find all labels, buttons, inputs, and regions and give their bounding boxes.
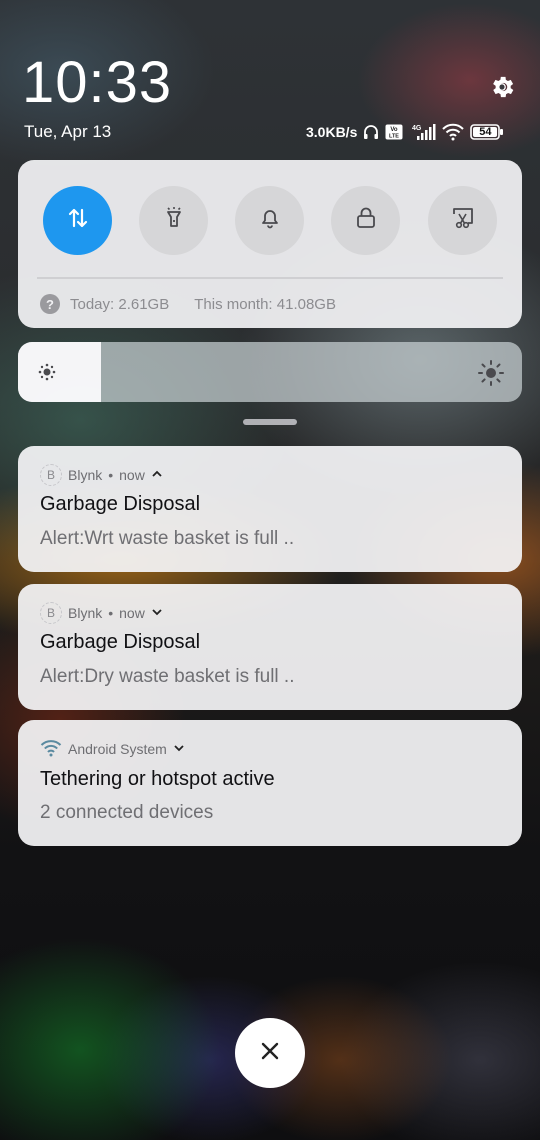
notification-body: Alert:Wrt waste basket is full .. xyxy=(40,528,295,549)
notification-body: 2 connected devices xyxy=(40,802,214,823)
svg-text:Vo: Vo xyxy=(391,127,399,133)
svg-text:4G: 4G xyxy=(412,125,422,132)
headphones-icon xyxy=(362,123,380,141)
notification-card[interactable]: B Blynk • now Garbage Disposal Alert:Dry… xyxy=(18,584,522,710)
separator-dot: • xyxy=(108,605,114,621)
close-icon xyxy=(260,1041,280,1066)
gear-icon[interactable] xyxy=(488,73,516,101)
notification-header: B Blynk • now xyxy=(40,602,163,624)
app-name: Android System xyxy=(68,741,167,757)
flashlight-icon xyxy=(161,205,187,236)
svg-text:LTE: LTE xyxy=(389,134,399,140)
data-arrows-icon xyxy=(65,205,91,236)
data-usage-row[interactable]: ? Today: 2.61GB This month: 41.08GB xyxy=(40,293,336,315)
4g-signal-icon: 4G xyxy=(408,123,436,141)
quick-settings-panel: ? Today: 2.61GB This month: 41.08GB xyxy=(18,160,522,328)
screenshot-scissors-icon xyxy=(450,205,476,236)
help-icon: ? xyxy=(40,294,60,314)
wifi-hotspot-icon xyxy=(40,739,62,760)
notification-title: Garbage Disposal xyxy=(40,631,201,653)
notification-header: B Blynk • now xyxy=(40,464,163,486)
app-name: Blynk xyxy=(68,605,103,621)
notification-title: Garbage Disposal xyxy=(40,493,201,515)
volte-icon: Vo LTE xyxy=(385,124,403,140)
battery-icon: 54 xyxy=(470,124,504,140)
chevron-up-icon[interactable] xyxy=(151,467,163,483)
notification-title: Tethering or hotspot active xyxy=(40,768,275,790)
today-usage: Today: 2.61GB xyxy=(70,295,170,313)
notification-card[interactable]: B Blynk • now Garbage Disposal Alert:Wrt… xyxy=(18,446,522,572)
notification-time: now xyxy=(119,467,145,483)
blynk-app-icon: B xyxy=(40,602,62,624)
brightness-slider[interactable] xyxy=(18,342,522,402)
toggle-screenshot[interactable] xyxy=(428,186,497,255)
clear-all-button[interactable] xyxy=(235,1018,305,1088)
notification-card[interactable]: Android System Tethering or hotspot acti… xyxy=(18,720,522,846)
chevron-down-icon[interactable] xyxy=(173,741,185,757)
chevron-down-icon[interactable] xyxy=(151,605,163,621)
toggle-flashlight[interactable] xyxy=(139,186,208,255)
notification-body: Alert:Dry waste basket is full .. xyxy=(40,666,295,687)
toggle-mobile-data[interactable] xyxy=(43,186,112,255)
bell-icon xyxy=(257,205,283,236)
drag-handle[interactable] xyxy=(243,419,297,425)
brightness-low-icon xyxy=(37,362,57,387)
brightness-high-icon xyxy=(477,359,505,392)
lock-icon xyxy=(353,205,379,236)
wifi-icon xyxy=(441,123,465,141)
clock: 10:33 xyxy=(22,50,173,115)
toggle-lock-screen[interactable] xyxy=(331,186,400,255)
separator-dot: • xyxy=(108,467,114,483)
status-indicators: 3.0KB/s Vo LTE 4G 54 xyxy=(306,121,504,143)
app-name: Blynk xyxy=(68,467,103,483)
blynk-app-icon: B xyxy=(40,464,62,486)
notification-time: now xyxy=(119,605,145,621)
brightness-fill xyxy=(18,342,102,402)
quick-settings-divider xyxy=(37,277,503,279)
notification-header: Android System xyxy=(40,738,185,760)
month-usage: This month: 41.08GB xyxy=(194,295,336,313)
network-speed: 3.0KB/s xyxy=(306,124,358,140)
date: Tue, Apr 13 xyxy=(24,122,112,141)
battery-level: 54 xyxy=(479,126,492,138)
toggle-sound[interactable] xyxy=(235,186,304,255)
